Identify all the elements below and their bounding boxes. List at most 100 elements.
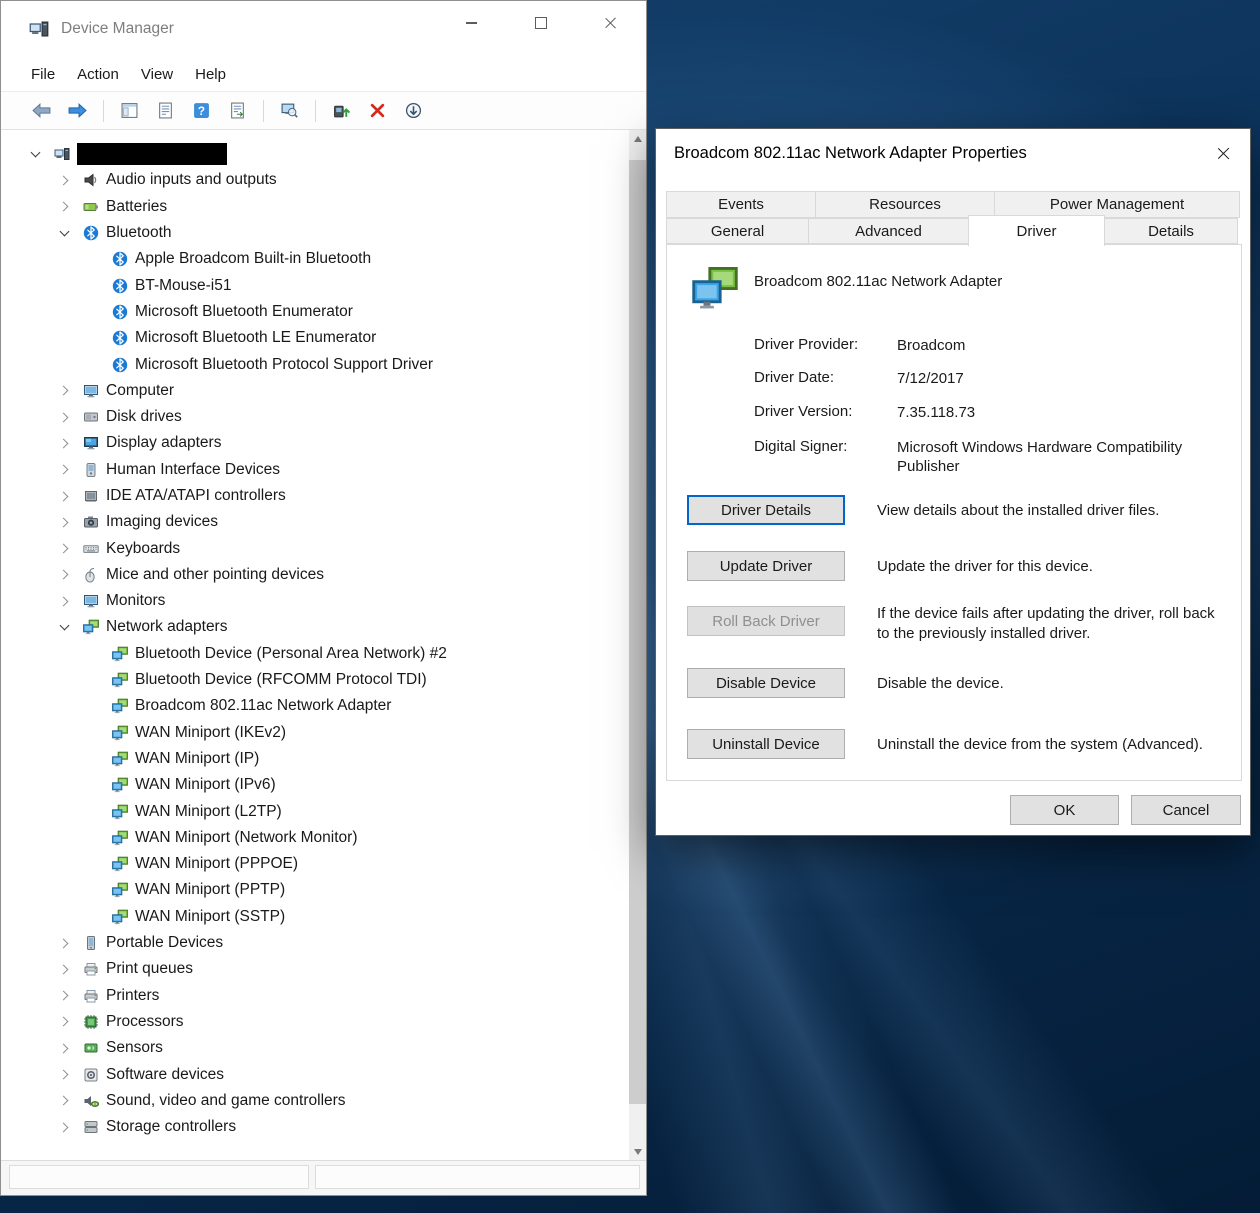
tree-item[interactable]: Monitors <box>1 588 629 614</box>
chevron-right-icon[interactable] <box>54 433 74 453</box>
back-button[interactable] <box>25 97 58 125</box>
chevron-right-icon[interactable] <box>54 1038 74 1058</box>
chevron-right-icon[interactable] <box>54 986 74 1006</box>
roll-back-driver-button[interactable]: Roll Back Driver <box>687 606 845 636</box>
tree-item[interactable]: Mice and other pointing devices <box>1 562 629 588</box>
tree-item[interactable]: Display adapters <box>1 430 629 456</box>
chevron-right-icon[interactable] <box>54 591 74 611</box>
tree-item[interactable]: Batteries <box>1 194 629 220</box>
tree-item[interactable]: WAN Miniport (IKEv2) <box>1 720 629 746</box>
status-cell-right <box>315 1165 640 1189</box>
scan-hardware-button[interactable] <box>273 97 306 125</box>
disable-device-button[interactable] <box>397 97 430 125</box>
update-driver-button[interactable]: Update Driver <box>687 551 845 581</box>
chevron-right-icon[interactable] <box>54 539 74 559</box>
tab-resources[interactable]: Resources <box>815 191 995 218</box>
tree-item[interactable]: Network adapters <box>1 614 629 640</box>
tab-driver[interactable]: Driver <box>968 215 1105 246</box>
uninstall-device-button[interactable]: Uninstall Device <box>687 729 845 759</box>
tab-advanced[interactable]: Advanced <box>808 218 969 244</box>
chevron-right-icon[interactable] <box>54 512 74 532</box>
chevron-right-icon[interactable] <box>54 1012 74 1032</box>
tree-item[interactable]: WAN Miniport (SSTP) <box>1 904 629 930</box>
chevron-down-icon[interactable] <box>25 144 45 164</box>
scrollbar-up-arrow[interactable] <box>629 130 646 147</box>
tree-item[interactable]: Disk drives <box>1 404 629 430</box>
chevron-right-icon[interactable] <box>54 381 74 401</box>
chevron-down-icon[interactable] <box>54 617 74 637</box>
tree-item[interactable]: Computer <box>1 378 629 404</box>
chevron-right-icon[interactable] <box>54 197 74 217</box>
tree-item[interactable]: IDE ATA/ATAPI controllers <box>1 483 629 509</box>
tree-item[interactable]: Imaging devices <box>1 509 629 535</box>
tree-item[interactable]: WAN Miniport (PPPOE) <box>1 851 629 877</box>
tab-details[interactable]: Details <box>1104 218 1238 244</box>
forward-button[interactable] <box>61 97 94 125</box>
chevron-right-icon[interactable] <box>54 565 74 585</box>
tree-item[interactable]: WAN Miniport (IP) <box>1 746 629 772</box>
tree-item[interactable]: Bluetooth Device (Personal Area Network)… <box>1 641 629 667</box>
tree-item[interactable]: WAN Miniport (Network Monitor) <box>1 825 629 851</box>
tab-power-management[interactable]: Power Management <box>994 191 1240 218</box>
tree-item[interactable]: Sound, video and game controllers <box>1 1088 629 1114</box>
tree-item[interactable]: Storage controllers <box>1 1114 629 1140</box>
uninstall-device-button[interactable] <box>361 97 394 125</box>
tree-item[interactable]: Audio inputs and outputs <box>1 167 629 193</box>
tree-item[interactable]: Bluetooth Device (RFCOMM Protocol TDI) <box>1 667 629 693</box>
tree-scrollbar[interactable] <box>629 130 646 1160</box>
show-console-tree-button[interactable] <box>113 97 146 125</box>
scrollbar-thumb[interactable] <box>629 160 646 1104</box>
tree-item[interactable] <box>1 141 629 167</box>
chevron-down-icon[interactable] <box>54 223 74 243</box>
chevron-right-icon[interactable] <box>54 486 74 506</box>
chevron-right-icon[interactable] <box>54 933 74 953</box>
tab-events[interactable]: Events <box>666 191 816 218</box>
menu-view[interactable]: View <box>130 62 184 87</box>
maximize-button[interactable] <box>506 1 576 45</box>
tree-item[interactable]: WAN Miniport (L2TP) <box>1 798 629 824</box>
tree-item[interactable]: Broadcom 802.11ac Network Adapter <box>1 693 629 719</box>
export-list-button[interactable] <box>221 97 254 125</box>
tree-item[interactable]: Microsoft Bluetooth Protocol Support Dri… <box>1 351 629 377</box>
tree-item[interactable]: Bluetooth <box>1 220 629 246</box>
tree-item[interactable]: Apple Broadcom Built-in Bluetooth <box>1 246 629 272</box>
update-driver-button[interactable] <box>325 97 358 125</box>
chevron-right-icon[interactable] <box>54 170 74 190</box>
dialog-close-button[interactable] <box>1202 133 1246 173</box>
close-button[interactable] <box>576 1 646 45</box>
tree-item[interactable]: Microsoft Bluetooth Enumerator <box>1 299 629 325</box>
tree-item[interactable]: WAN Miniport (IPv6) <box>1 772 629 798</box>
tree-item[interactable]: Print queues <box>1 956 629 982</box>
chevron-right-icon[interactable] <box>54 959 74 979</box>
ok-button[interactable]: OK <box>1010 795 1119 825</box>
tree-item[interactable]: Processors <box>1 1009 629 1035</box>
menu-action[interactable]: Action <box>66 62 130 87</box>
chevron-right-icon[interactable] <box>54 460 74 480</box>
menu-help[interactable]: Help <box>184 62 237 87</box>
help-button[interactable]: ? <box>185 97 218 125</box>
tree-item[interactable]: Sensors <box>1 1035 629 1061</box>
minimize-button[interactable] <box>436 1 506 45</box>
chevron-right-icon[interactable] <box>54 1117 74 1137</box>
disable-device-button[interactable]: Disable Device <box>687 668 845 698</box>
tab-general[interactable]: General <box>666 218 809 244</box>
tree-item[interactable]: WAN Miniport (PPTP) <box>1 877 629 903</box>
cancel-button[interactable]: Cancel <box>1131 795 1241 825</box>
tree-item-label: Sound, video and game controllers <box>106 1092 346 1110</box>
tree-item[interactable]: Portable Devices <box>1 930 629 956</box>
chevron-right-icon[interactable] <box>54 407 74 427</box>
tree-item[interactable]: Microsoft Bluetooth LE Enumerator <box>1 325 629 351</box>
menu-file[interactable]: File <box>20 62 66 87</box>
chevron-right-icon[interactable] <box>54 1091 74 1111</box>
tree-item[interactable]: Software devices <box>1 1061 629 1087</box>
tree-item[interactable]: Human Interface Devices <box>1 457 629 483</box>
tree-item[interactable]: BT-Mouse-i51 <box>1 272 629 298</box>
scrollbar-down-arrow[interactable] <box>629 1143 646 1160</box>
status-bar <box>1 1160 646 1195</box>
tree-item[interactable]: Printers <box>1 983 629 1009</box>
chevron-right-icon[interactable] <box>54 1065 74 1085</box>
driver-details-button[interactable]: Driver Details <box>687 495 845 525</box>
properties-button[interactable] <box>149 97 182 125</box>
tree-item[interactable]: Keyboards <box>1 535 629 561</box>
properties-icon <box>157 102 174 119</box>
